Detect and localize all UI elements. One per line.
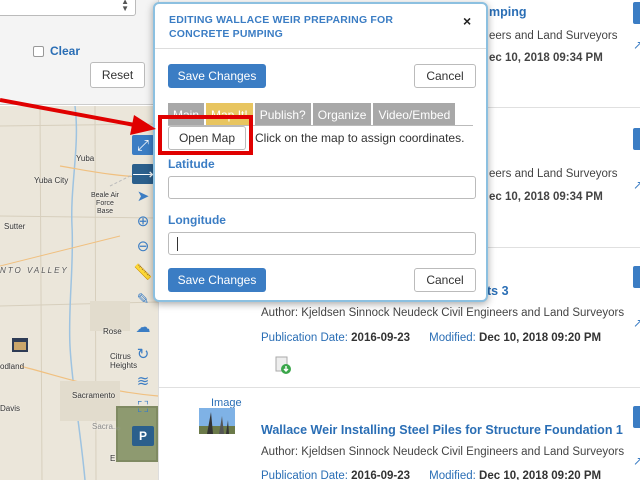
map-label-e: E — [110, 454, 116, 463]
map-label-rose: Rose — [103, 327, 122, 336]
pencil-icon[interactable]: ✎ — [132, 289, 154, 309]
result-action-tab[interactable] — [633, 406, 640, 428]
map-label-citrus: Citrus Heights — [110, 352, 138, 370]
dialog-title: EDITING WALLACE WEIR PREPARING FOR CONCR… — [169, 14, 394, 40]
zoom-out-icon[interactable]: ⊖ — [132, 236, 154, 256]
result-mark-icon: ↗ — [633, 178, 640, 192]
tab-publish[interactable]: Publish? — [254, 103, 311, 126]
assign-hint: Click on the map to assign coordinates. — [255, 131, 465, 145]
map-label-davis: Davis — [0, 404, 21, 413]
modified-label: Modified: — [429, 470, 476, 480]
layers-icon[interactable]: ≋ — [132, 371, 154, 391]
download-icon[interactable] — [275, 356, 291, 374]
latitude-field[interactable] — [168, 176, 476, 199]
pub-date-label: Publication Date: — [261, 470, 348, 480]
save-changes-button-top[interactable]: Save Changes — [168, 64, 266, 88]
result-action-tab[interactable] — [633, 266, 640, 288]
map-label-beale: Beale Air Force Base — [90, 192, 120, 215]
divider — [155, 48, 486, 49]
result-mark-icon: ↗ — [633, 38, 640, 52]
result-mark-icon: ↗ — [633, 454, 640, 468]
result-mark-icon: ↗ — [633, 316, 640, 330]
modified-label: Modified: — [429, 332, 476, 344]
pointer-icon[interactable]: ➤ — [132, 186, 154, 206]
select-caret-icon: ▲ ▼ — [121, 0, 129, 13]
result-author: eers and Land Surveyors — [489, 30, 618, 42]
tab-video-embed[interactable]: Video/Embed — [373, 103, 456, 126]
result-action-tab[interactable] — [633, 2, 640, 24]
result-action-tab[interactable] — [633, 128, 640, 150]
latitude-label: Latitude — [168, 157, 215, 171]
cancel-button-bottom[interactable]: Cancel — [414, 268, 476, 292]
list-item: Image Wallace Weir Installing Steel Pile… — [159, 388, 640, 480]
result-modified: ec 10, 2018 09:34 PM — [489, 191, 603, 203]
result-thumbnail[interactable] — [199, 408, 235, 434]
map-label-sacra2: Sacra... — [92, 422, 120, 431]
clear-row: Clear — [33, 44, 80, 58]
fullscreen-icon[interactable]: ⛶ — [132, 397, 154, 417]
result-title[interactable]: ts 3 — [487, 284, 509, 298]
result-title[interactable]: mping — [489, 5, 527, 19]
text-caret — [177, 237, 178, 251]
zoom-in-icon[interactable]: ⊕ — [132, 211, 154, 231]
map-label-yuba: Yuba — [76, 154, 95, 163]
save-changes-button-bottom[interactable]: Save Changes — [168, 268, 266, 292]
map-label-sacramento: Sacramento — [72, 391, 116, 400]
clear-checkbox[interactable] — [33, 45, 44, 57]
result-author: Author: Kjeldsen Sinnock Neudeck Civil E… — [261, 307, 625, 319]
close-icon[interactable]: × — [463, 13, 471, 29]
result-author: Author: Kjeldsen Sinnock Neudeck Civil E… — [261, 446, 625, 458]
filter-select[interactable]: ▲ ▼ — [0, 0, 136, 16]
upload-icon[interactable]: ☁ — [132, 317, 154, 337]
result-dates: Publication Date: 2016-09-23 Modified: D… — [261, 470, 601, 480]
annotation-arrow — [0, 98, 156, 135]
longitude-label: Longitude — [168, 213, 226, 227]
modified-value: Dec 10, 2018 09:20 PM — [479, 470, 602, 480]
map-label-yuba-city: Yuba City — [34, 176, 69, 185]
result-modified: ec 10, 2018 09:34 PM — [489, 52, 603, 64]
tab-organize[interactable]: Organize — [312, 103, 372, 126]
result-title[interactable]: Wallace Weir Installing Steel Piles for … — [261, 423, 623, 437]
map-label-woodland: odland — [0, 362, 25, 371]
map-label-valley: NTO VALLEY — [0, 266, 69, 275]
annotation-highlight-box — [158, 115, 253, 155]
arrow-right-icon[interactable]: ⟶ — [132, 164, 154, 184]
cancel-button-top[interactable]: Cancel — [414, 64, 476, 88]
map-label-sutter: Sutter — [4, 222, 26, 231]
refresh-icon[interactable]: ↻ — [132, 344, 154, 364]
modified-value: Dec 10, 2018 09:20 PM — [479, 332, 602, 344]
clear-link[interactable]: Clear — [50, 44, 80, 58]
longitude-field[interactable] — [168, 232, 476, 255]
pub-date-value: 2016-09-23 — [351, 332, 410, 344]
pub-date-value: 2016-09-23 — [351, 470, 410, 480]
result-dates: Publication Date: 2016-09-23 Modified: D… — [261, 332, 601, 344]
pub-date-label: Publication Date: — [261, 332, 348, 344]
parking-icon[interactable]: P — [132, 426, 154, 446]
result-author: eers and Land Surveyors — [489, 168, 618, 180]
ruler-icon[interactable]: 📏 — [132, 262, 154, 282]
